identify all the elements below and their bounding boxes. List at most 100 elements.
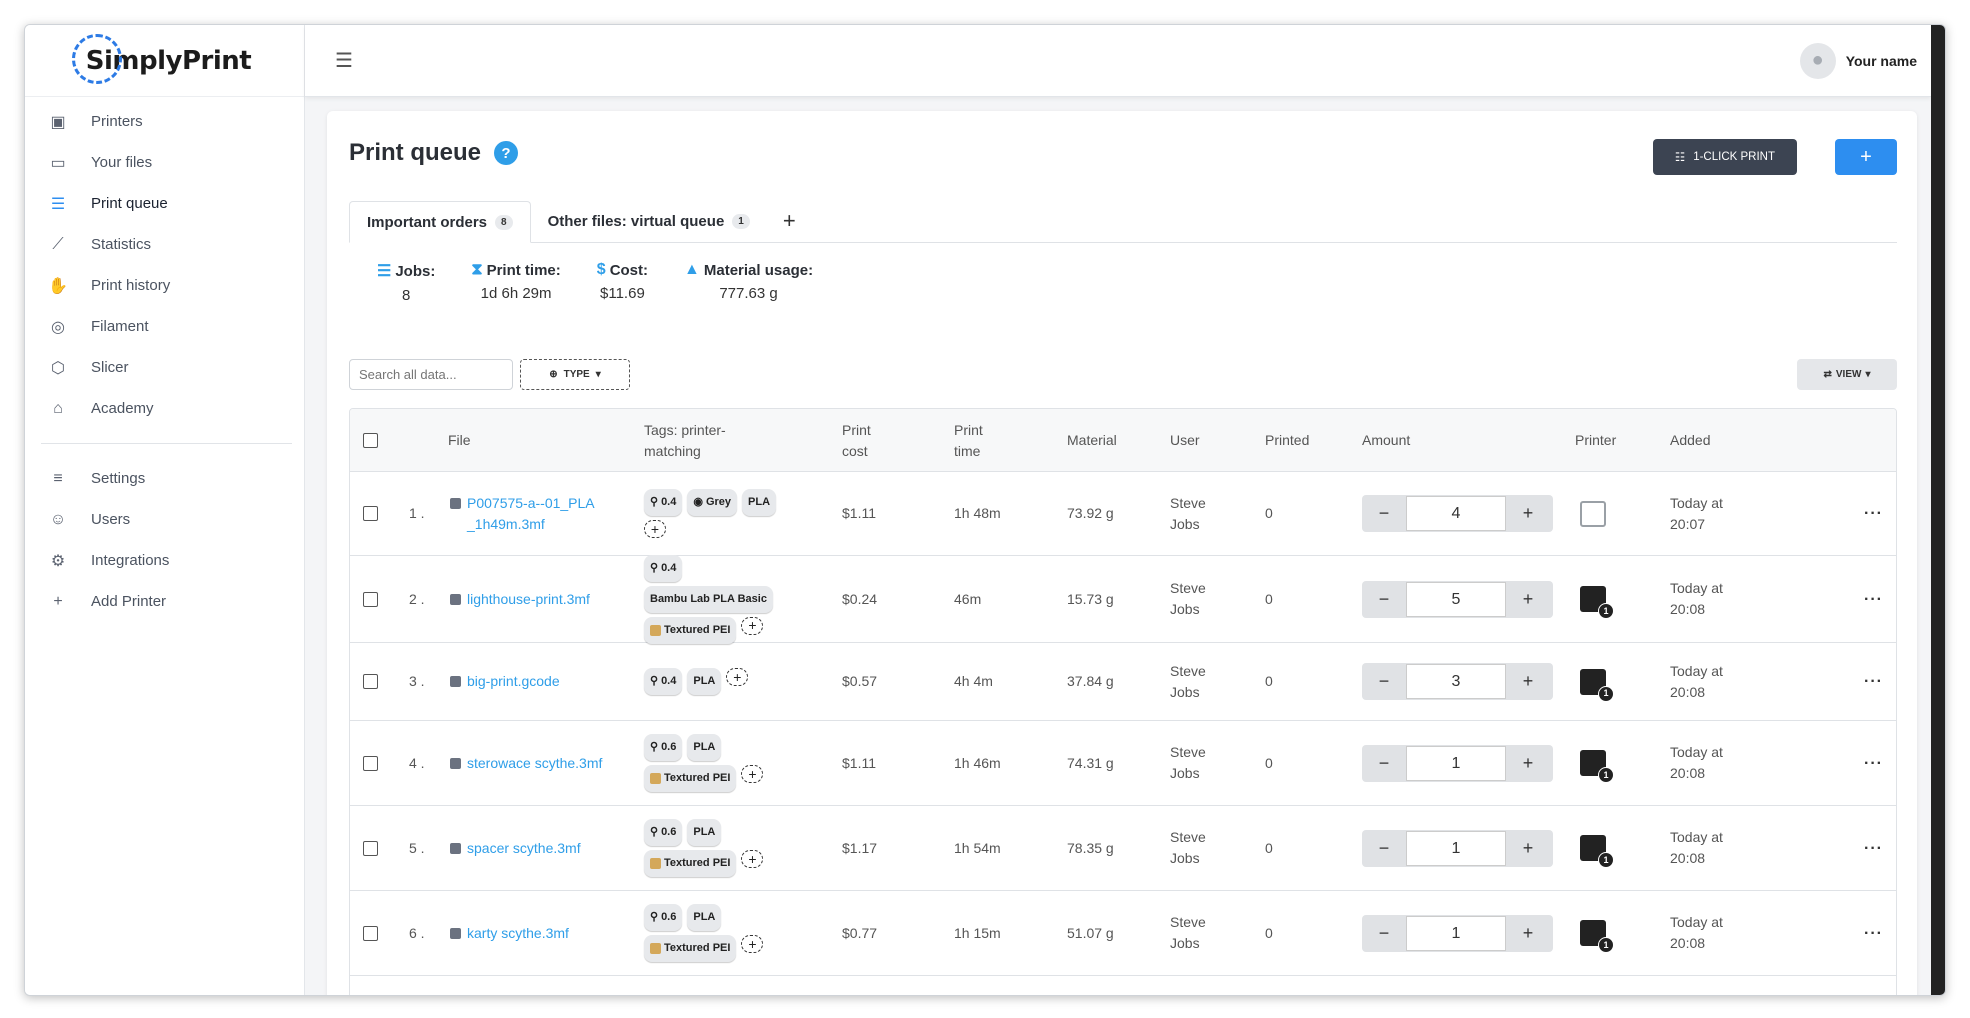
- add-tag-button[interactable]: +: [726, 668, 749, 686]
- tab-important-orders[interactable]: Important orders 8: [349, 201, 531, 243]
- file-link[interactable]: karty scythe.3mf: [450, 923, 569, 944]
- more-options-icon[interactable]: ···: [1864, 671, 1883, 692]
- select-all-checkbox[interactable]: [363, 433, 378, 448]
- add-to-queue-button[interactable]: +: [1835, 139, 1897, 175]
- amount-input[interactable]: 5: [1406, 581, 1506, 617]
- sidebar-item-integrations[interactable]: ⚙ Integrations: [25, 540, 304, 581]
- header-print-cost[interactable]: Print cost: [842, 409, 892, 472]
- header-amount[interactable]: Amount: [1362, 409, 1410, 472]
- sidebar-item-academy[interactable]: ⌂ Academy: [25, 388, 304, 429]
- sidebar-item-settings[interactable]: ≡ Settings: [25, 458, 304, 499]
- amount-input[interactable]: 3: [1406, 664, 1506, 699]
- decrement-button[interactable]: −: [1362, 503, 1406, 524]
- add-tab-button[interactable]: +: [767, 200, 812, 242]
- stat-jobs: ☰ Jobs: 8: [377, 262, 436, 305]
- sidebar-item-users[interactable]: ☺ Users: [25, 499, 304, 540]
- amount-input[interactable]: 1: [1406, 915, 1506, 951]
- table-row[interactable]: 5 . spacer scythe.3mf ⚲ 0.6 PLA Textured PE…: [350, 806, 1896, 891]
- help-icon[interactable]: ?: [494, 141, 518, 165]
- header-print-time[interactable]: Print time: [954, 409, 1004, 472]
- hamburger-menu-icon[interactable]: ☰: [335, 48, 353, 73]
- file-link[interactable]: spacer scythe.3mf: [450, 838, 581, 859]
- tab-virtual-queue[interactable]: Other files: virtual queue 1: [531, 200, 767, 242]
- row-checkbox[interactable]: [363, 925, 378, 941]
- add-tag-button[interactable]: +: [741, 850, 764, 868]
- logo[interactable]: SimplyPrint: [25, 25, 304, 97]
- sidebar-item-your-files[interactable]: ▭ Your files: [25, 142, 304, 183]
- printer-icon[interactable]: 1: [1578, 832, 1614, 868]
- decrement-button[interactable]: −: [1362, 838, 1406, 859]
- amount-input[interactable]: 1: [1406, 745, 1506, 781]
- printer-icon[interactable]: 1: [1578, 583, 1614, 619]
- sidebar-item-statistics[interactable]: ⟋ Statistics: [25, 224, 304, 265]
- filament-icon: ◎: [51, 318, 65, 336]
- stat-material-usage: ▲ Material usage: 777.63 g: [684, 261, 814, 302]
- more-options-icon[interactable]: ···: [1864, 503, 1883, 524]
- user-menu[interactable]: ● Your name: [1799, 42, 1917, 79]
- header-user[interactable]: User: [1170, 409, 1200, 472]
- scrollbar[interactable]: [1931, 25, 1945, 995]
- increment-button[interactable]: +: [1506, 923, 1550, 944]
- table-row[interactable]: 4 . sterowace scythe.3mf ⚲ 0.6 PLA Textured…: [350, 721, 1896, 806]
- printer-icon[interactable]: 1: [1578, 917, 1614, 953]
- more-options-icon[interactable]: ···: [1864, 753, 1883, 774]
- added-date: Today at 20:07: [1670, 494, 1723, 532]
- material-usage: 51.07 g: [1067, 924, 1114, 941]
- row-checkbox[interactable]: [363, 840, 378, 856]
- amount-input[interactable]: 1: [1406, 830, 1506, 866]
- file-link[interactable]: P007575-a--01_PLA_1h49m.3mf: [450, 493, 600, 535]
- increment-button[interactable]: +: [1506, 503, 1550, 524]
- decrement-button[interactable]: −: [1362, 923, 1406, 944]
- decrement-button[interactable]: −: [1362, 589, 1406, 610]
- sidebar-item-add-printer[interactable]: + Add Printer: [25, 581, 304, 622]
- header-tags[interactable]: Tags: printer-matching: [644, 409, 744, 472]
- user-name: Steve Jobs: [1170, 914, 1206, 951]
- more-options-icon[interactable]: ···: [1864, 838, 1883, 859]
- sidebar-item-print-queue[interactable]: ☰ Print queue: [25, 183, 304, 224]
- increment-button[interactable]: +: [1506, 838, 1550, 859]
- increment-button[interactable]: +: [1506, 671, 1550, 692]
- history-icon: ✋: [48, 277, 68, 295]
- printer-icon[interactable]: 1: [1578, 666, 1614, 702]
- search-input[interactable]: [349, 359, 513, 390]
- sidebar-item-print-history[interactable]: ✋ Print history: [25, 265, 304, 306]
- printer-icon[interactable]: [1578, 498, 1608, 530]
- row-checkbox[interactable]: [363, 674, 378, 689]
- increment-button[interactable]: +: [1506, 589, 1550, 610]
- more-options-icon[interactable]: ···: [1864, 923, 1883, 944]
- decrement-button[interactable]: −: [1362, 753, 1406, 774]
- row-checkbox[interactable]: [363, 755, 378, 771]
- sidebar-item-filament[interactable]: ◎ Filament: [25, 306, 304, 347]
- table-row[interactable]: 6 . karty scythe.3mf ⚲ 0.6 PLA Textured PEI…: [350, 891, 1896, 976]
- table-row[interactable]: 1 . P007575-a--01_PLA_1h49m.3mf ⚲ 0.4 ◉ Gre…: [350, 472, 1896, 556]
- table-row[interactable]: 2 . lighthouse-print.3mf ⚲ 0.4 Bambu Lab P…: [350, 554, 1896, 644]
- add-tag-button[interactable]: +: [741, 616, 764, 635]
- add-tag-button[interactable]: +: [741, 765, 764, 783]
- one-click-print-button[interactable]: ☷ 1-CLICK PRINT: [1652, 139, 1797, 175]
- more-options-icon[interactable]: ···: [1864, 589, 1883, 610]
- printer-icon[interactable]: 1: [1578, 747, 1614, 783]
- sidebar-item-slicer[interactable]: ⬡ Slicer: [25, 347, 304, 388]
- file-icon: [450, 757, 461, 769]
- user-name: Steve Jobs: [1170, 494, 1206, 532]
- file-link[interactable]: sterowace scythe.3mf: [450, 753, 602, 774]
- row-checkbox[interactable]: [363, 591, 378, 607]
- file-link[interactable]: lighthouse-print.3mf: [450, 589, 590, 610]
- sidebar-item-printers[interactable]: ▣ Printers: [25, 101, 304, 142]
- count-badge: 1: [732, 213, 750, 229]
- add-tag-button[interactable]: +: [741, 935, 764, 953]
- header-material[interactable]: Material: [1067, 409, 1117, 472]
- increment-button[interactable]: +: [1506, 753, 1550, 774]
- row-checkbox[interactable]: [363, 506, 378, 521]
- view-options-button[interactable]: ⇄ VIEW ▾: [1797, 359, 1897, 390]
- type-filter-button[interactable]: ⊕ TYPE ▾: [520, 359, 630, 390]
- table-row[interactable]: 3 . big-print.gcode ⚲ 0.4 PLA + $0.57 4h 4m…: [350, 643, 1896, 721]
- header-file[interactable]: File: [448, 409, 471, 472]
- header-printed[interactable]: Printed: [1265, 409, 1309, 472]
- header-printer[interactable]: Printer: [1575, 409, 1616, 472]
- add-tag-button[interactable]: +: [644, 520, 666, 538]
- file-link[interactable]: big-print.gcode: [450, 671, 560, 692]
- amount-input[interactable]: 4: [1406, 496, 1506, 531]
- decrement-button[interactable]: −: [1362, 671, 1406, 692]
- header-added[interactable]: Added: [1670, 409, 1710, 472]
